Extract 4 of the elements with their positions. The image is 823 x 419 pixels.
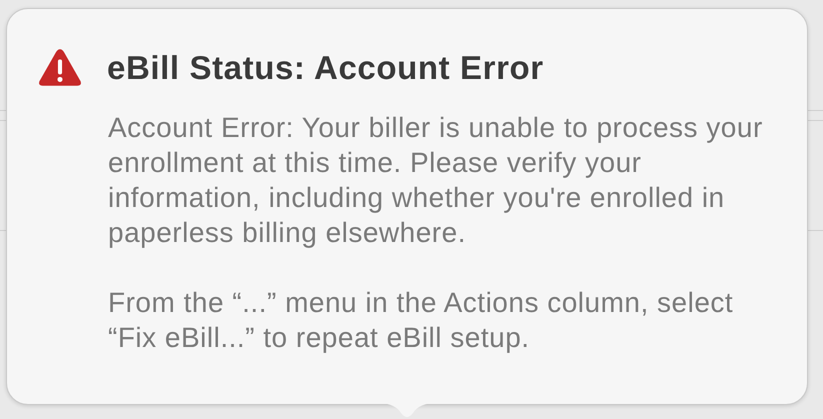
warning-icon [37, 47, 83, 88]
popover-title: eBill Status: Account Error [107, 48, 544, 86]
message-text: Account Error: Your biller is unable to process your enrollment at this time. Please verify your information, including whether you're enrolled in paperless billing elsewhere. [108, 111, 764, 250]
message-text: From the “...” menu in the Actions column, select “Fix eBill...” to repeat eBill setup. [108, 286, 734, 355]
